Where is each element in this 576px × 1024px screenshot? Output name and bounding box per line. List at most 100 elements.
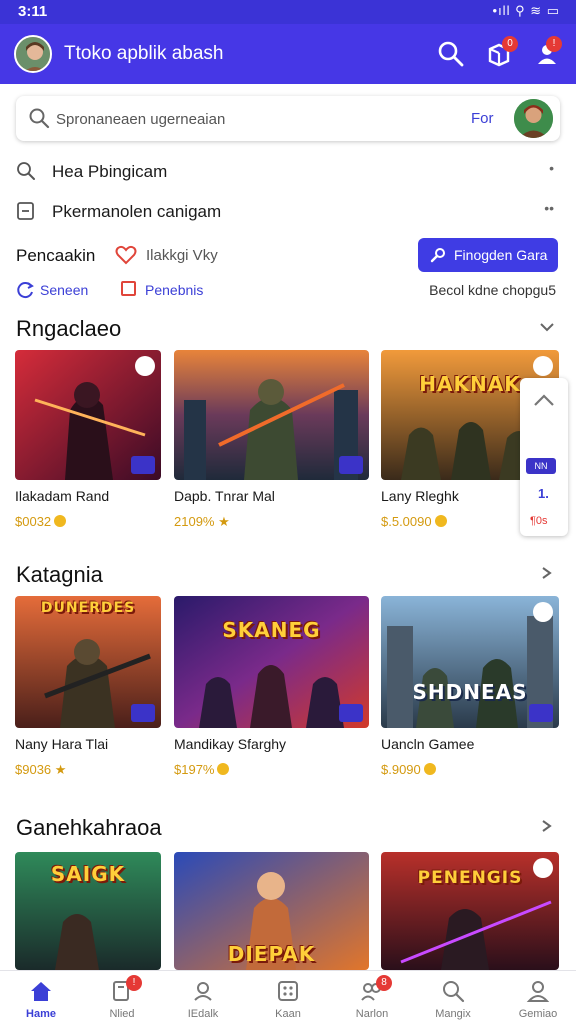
find-game-button[interactable]: Finogden Gara <box>418 238 558 272</box>
game-name: Mandikay Sfarghy <box>174 736 287 752</box>
heart-icon[interactable] <box>115 245 137 270</box>
favorites-filter[interactable]: Ilakkgi Vky <box>146 247 218 264</box>
filter-label: Pencaakin <box>16 246 96 265</box>
sub-filter-new[interactable]: Seneen <box>40 282 88 298</box>
floating-shortcut-panel[interactable]: NN 1. ¶0s <box>520 378 568 536</box>
cart-button[interactable]: 0 <box>484 36 518 69</box>
game-thumbnail: DIEPAK <box>174 852 369 970</box>
recent-search-label: Hea Pbingicam <box>52 162 168 181</box>
game-caption: SKANEG <box>222 618 321 642</box>
game-thumbnail: SKANEG <box>174 596 369 728</box>
game-price: $9036 ★ <box>15 762 161 778</box>
nav-user[interactable]: Gemiao <box>506 971 570 1024</box>
nav-label: Hame <box>26 1008 56 1020</box>
game-card[interactable]: SHDNEAS Uancln Gamee $.9090 <box>381 596 559 777</box>
game-card[interactable]: Dapb. Tnrar Mal 2109% ★ <box>174 350 369 530</box>
app-bar: Ttoko apblik abash 0 ! <box>0 24 576 84</box>
panel-badge: NN <box>526 458 556 474</box>
nav-apps[interactable]: Kaan <box>256 971 320 1024</box>
nav-profile-card[interactable]: IEdalk <box>171 971 235 1024</box>
publisher-logo <box>533 858 553 878</box>
game-thumbnail: SHDNEAS <box>381 596 559 728</box>
star-icon: ★ <box>218 514 230 529</box>
find-game-label: Finogden Gara <box>454 247 548 263</box>
publisher-logo <box>533 602 553 622</box>
apps-icon <box>278 981 298 1001</box>
game-price-value: $0032 <box>15 514 52 529</box>
nav-home[interactable]: Hame <box>9 971 73 1024</box>
user-avatar[interactable] <box>14 35 52 73</box>
game-price: $.9090 <box>381 762 559 777</box>
game-caption: PENENGIS <box>417 868 523 888</box>
game-caption: SHDNEAS <box>412 680 528 704</box>
nav-friends[interactable]: 8 Narlon <box>340 971 404 1024</box>
recent-search-item[interactable]: Pkermanolen canigam •• <box>0 192 576 230</box>
game-price: $0032 <box>15 514 161 529</box>
profile-button[interactable]: ! <box>534 36 564 69</box>
filter-row: Pencaakin Ilakkgi Vky Finogden Gara <box>0 236 576 276</box>
sub-filter-popular[interactable]: Penebnis <box>145 282 203 298</box>
platform-badge <box>529 704 553 722</box>
nav-label: IEdalk <box>187 1008 219 1020</box>
coin-icon <box>54 515 67 527</box>
recent-search-item[interactable]: Hea Pbingicam • <box>0 152 576 190</box>
panel-count: 1. <box>538 486 549 501</box>
status-bar: 3:11 •ıll ⚲ ≋ ▭ <box>0 0 576 24</box>
section-title: Katagnia <box>16 562 103 587</box>
publisher-logo <box>135 356 155 376</box>
nav-label: Gemiao <box>518 1008 558 1020</box>
game-price-value: $197% <box>174 762 215 777</box>
chevron-down-icon[interactable] <box>538 320 556 339</box>
game-price-value: $9036 <box>15 762 52 777</box>
game-name: Ilakadam Rand <box>15 488 110 504</box>
cart-badge: 0 <box>502 36 518 52</box>
search-icon <box>28 107 50 134</box>
platform-badge <box>131 456 155 474</box>
home-icon <box>31 982 51 1001</box>
section-title: Rngaclaeo <box>16 316 122 341</box>
recent-search-marker: •• <box>544 200 554 216</box>
search-icon[interactable] <box>436 39 466 69</box>
checkbox-icon[interactable] <box>121 281 136 296</box>
game-thumbnail: SAIGK <box>15 852 161 970</box>
bottom-navigation: Hame ! Nlied IEdalk Kaan 8 Narlon Mangix… <box>0 970 576 1024</box>
game-caption: SAIGK <box>50 862 126 886</box>
status-indicators: •ıll ⚲ ≋ ▭ <box>492 3 560 18</box>
game-name: Dapb. Tnrar Mal <box>174 488 275 504</box>
nav-label: Kaan <box>275 1008 301 1020</box>
nav-badge: 8 <box>376 975 392 991</box>
game-card[interactable]: DIEPAK <box>174 852 369 970</box>
search-avatar[interactable] <box>514 99 553 138</box>
star-icon: ★ <box>54 762 67 777</box>
platform-badge <box>131 704 155 722</box>
game-card[interactable]: DUNERDES Nany Hara Tlai $9036 ★ <box>15 596 161 778</box>
game-price-value: 2109% <box>174 514 215 529</box>
chevron-right-icon[interactable] <box>538 819 556 838</box>
sort-option[interactable]: Becol kdne chopgu5 <box>429 282 556 298</box>
search-input[interactable] <box>56 106 446 132</box>
nav-search[interactable]: Mangix <box>421 971 485 1024</box>
game-thumbnail: PENENGIS <box>381 852 559 970</box>
game-card[interactable]: SKANEG Mandikay Sfarghy $197% <box>174 596 369 777</box>
recent-search-label: Pkermanolen canigam <box>52 202 222 221</box>
nav-library[interactable]: ! Nlied <box>90 971 154 1024</box>
game-price-value: $.9090 <box>381 762 421 777</box>
game-thumbnail <box>15 350 161 480</box>
chevron-up-icon[interactable] <box>530 390 558 415</box>
game-price: 2109% ★ <box>174 514 369 530</box>
search-bar: For <box>16 96 560 141</box>
rocket-icon <box>430 247 446 266</box>
game-card[interactable]: PENENGIS <box>381 852 559 970</box>
search-action[interactable]: For <box>471 110 494 127</box>
sub-filter-row: Seneen Penebnis Becol kdne chopgu5 <box>0 278 576 302</box>
app-title: Ttoko apblik abash <box>64 43 224 64</box>
game-card[interactable]: Ilakadam Rand $0032 <box>15 350 161 529</box>
game-card[interactable]: SAIGK <box>15 852 161 970</box>
tablet-icon <box>16 201 36 226</box>
search-icon <box>16 161 36 186</box>
panel-extra: ¶0s <box>530 515 548 527</box>
profile-card-icon <box>194 982 212 1001</box>
search-icon <box>443 981 465 1003</box>
coin-icon <box>423 763 436 775</box>
chevron-right-icon[interactable] <box>538 566 556 585</box>
